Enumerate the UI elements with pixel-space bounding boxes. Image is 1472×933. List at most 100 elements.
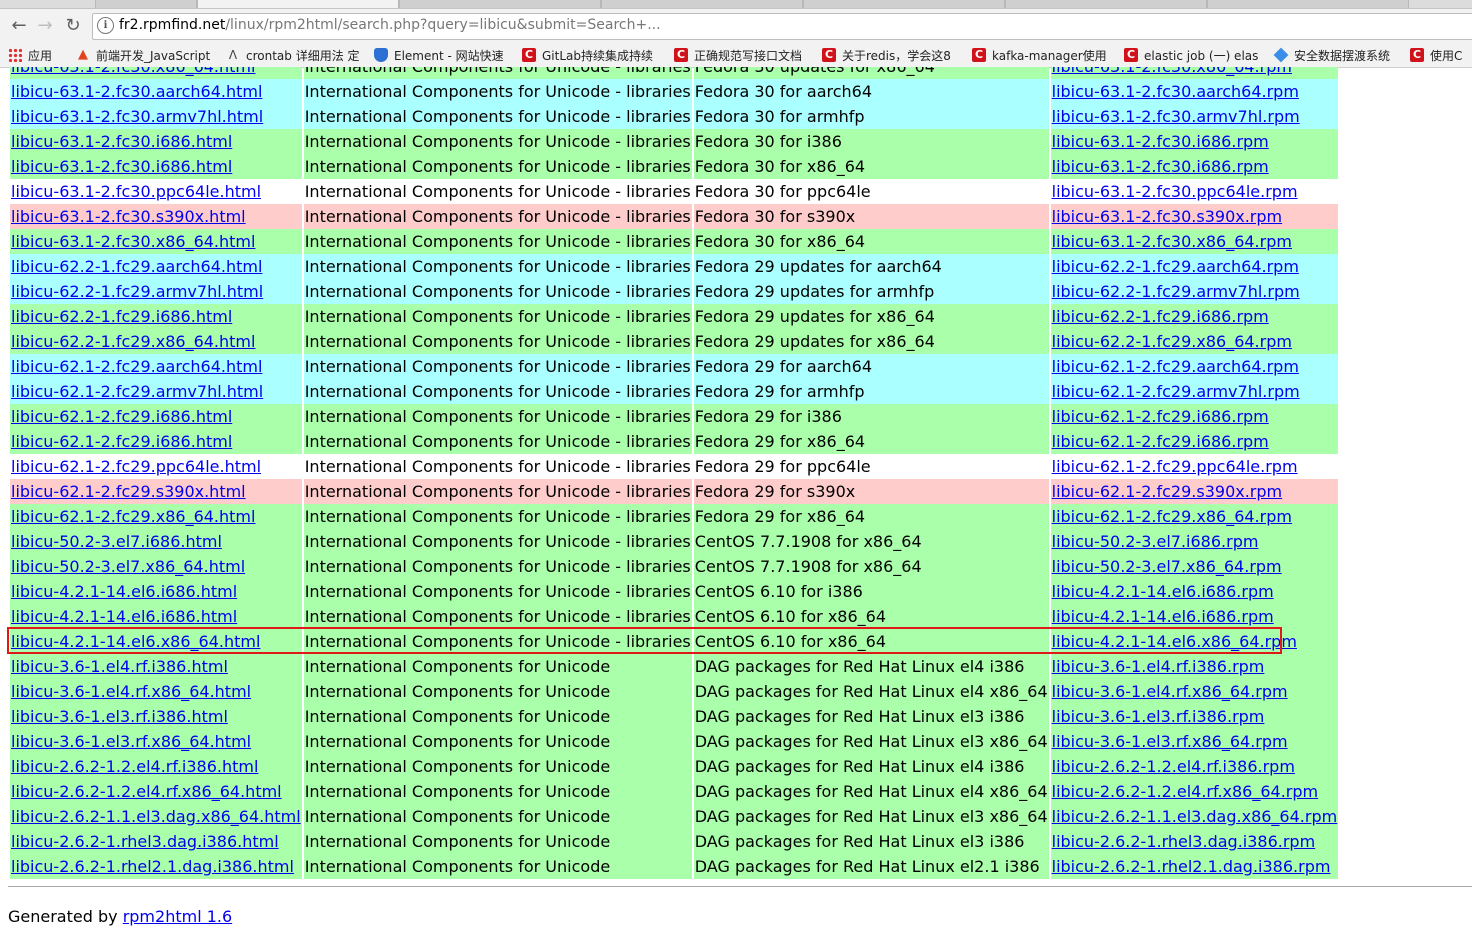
- package-html-link[interactable]: libicu-62.1-2.fc29.ppc64le.html: [11, 457, 261, 476]
- package-html-link[interactable]: libicu-4.2.1-14.el6.i686.html: [11, 582, 237, 601]
- package-rpm-cell[interactable]: libicu-62.2-1.fc29.aarch64.rpm: [1050, 254, 1339, 279]
- bookmark-item[interactable]: Λcrontab 详细用法 定: [226, 43, 366, 67]
- package-rpm-link[interactable]: libicu-62.2-1.fc29.i686.rpm: [1052, 307, 1269, 326]
- package-html-link[interactable]: libicu-2.6.2-1.2.el4.rf.i386.html: [11, 757, 258, 776]
- package-html-link[interactable]: libicu-62.1-2.fc29.armv7hl.html: [11, 382, 263, 401]
- package-html-cell[interactable]: libicu-62.1-2.fc29.i686.html: [10, 404, 302, 429]
- package-html-cell[interactable]: libicu-62.2-1.fc29.x86_64.html: [10, 329, 302, 354]
- package-html-link[interactable]: libicu-50.2-3.el7.i686.html: [11, 532, 222, 551]
- package-html-link[interactable]: libicu-3.6-1.el4.rf.i386.html: [11, 657, 228, 676]
- package-html-cell[interactable]: libicu-62.1-2.fc29.armv7hl.html: [10, 379, 302, 404]
- package-rpm-link[interactable]: libicu-62.1-2.fc29.x86_64.rpm: [1052, 507, 1292, 526]
- package-html-link[interactable]: libicu-2.6.2-1.rhel3.dag.i386.html: [11, 832, 279, 851]
- package-rpm-link[interactable]: libicu-2.6.2-1.1.el3.dag.x86_64.rpm: [1052, 807, 1338, 826]
- package-rpm-cell[interactable]: libicu-3.6-1.el4.rf.i386.rpm: [1050, 654, 1339, 679]
- package-rpm-cell[interactable]: libicu-63.1-2.fc30.s390x.rpm: [1050, 204, 1339, 229]
- bookmark-item[interactable]: Ckafka-manager使用: [972, 43, 1116, 67]
- package-html-link[interactable]: libicu-62.1-2.fc29.i686.html: [11, 407, 232, 426]
- package-html-link[interactable]: libicu-63.1-2.fc30.x86_64.html: [11, 67, 255, 76]
- package-rpm-link[interactable]: libicu-2.6.2-1.2.el4.rf.x86_64.rpm: [1052, 782, 1319, 801]
- tab-other[interactable]: [601, 0, 803, 8]
- package-rpm-link[interactable]: libicu-63.1-2.fc30.s390x.rpm: [1052, 207, 1283, 226]
- package-html-cell[interactable]: libicu-62.1-2.fc29.x86_64.html: [10, 504, 302, 529]
- package-html-link[interactable]: libicu-62.1-2.fc29.s390x.html: [11, 482, 246, 501]
- package-html-cell[interactable]: libicu-62.1-2.fc29.s390x.html: [10, 479, 302, 504]
- package-html-cell[interactable]: libicu-3.6-1.el3.rf.i386.html: [10, 704, 302, 729]
- package-html-cell[interactable]: libicu-50.2-3.el7.i686.html: [10, 529, 302, 554]
- package-rpm-cell[interactable]: libicu-63.1-2.fc30.ppc64le.rpm: [1050, 179, 1339, 204]
- package-html-link[interactable]: libicu-62.1-2.fc29.x86_64.html: [11, 507, 255, 526]
- package-html-cell[interactable]: libicu-3.6-1.el4.rf.i386.html: [10, 654, 302, 679]
- package-rpm-link[interactable]: libicu-63.1-2.fc30.aarch64.rpm: [1052, 82, 1299, 101]
- package-rpm-cell[interactable]: libicu-62.2-1.fc29.armv7hl.rpm: [1050, 279, 1339, 304]
- package-html-link[interactable]: libicu-2.6.2-1.rhel2.1.dag.i386.html: [11, 857, 294, 876]
- tab-left[interactable]: [95, 0, 197, 8]
- package-html-link[interactable]: libicu-62.2-1.fc29.i686.html: [11, 307, 232, 326]
- package-html-cell[interactable]: libicu-63.1-2.fc30.i686.html: [10, 129, 302, 154]
- bookmark-item[interactable]: C 使用C: [1410, 43, 1472, 67]
- package-html-link[interactable]: libicu-62.2-1.fc29.aarch64.html: [11, 257, 262, 276]
- package-html-link[interactable]: libicu-50.2-3.el7.x86_64.html: [11, 557, 245, 576]
- rpm2html-link[interactable]: rpm2html 1.6: [123, 907, 232, 926]
- package-rpm-link[interactable]: libicu-4.2.1-14.el6.i686.rpm: [1052, 582, 1274, 601]
- package-rpm-cell[interactable]: libicu-50.2-3.el7.x86_64.rpm: [1050, 554, 1339, 579]
- tab-other[interactable]: [803, 0, 1005, 8]
- package-rpm-cell[interactable]: libicu-2.6.2-1.1.el3.dag.x86_64.rpm: [1050, 804, 1339, 829]
- package-html-cell[interactable]: libicu-63.1-2.fc30.x86_64.html: [10, 229, 302, 254]
- package-rpm-cell[interactable]: libicu-62.1-2.fc29.aarch64.rpm: [1050, 354, 1339, 379]
- package-rpm-cell[interactable]: libicu-62.1-2.fc29.i686.rpm: [1050, 404, 1339, 429]
- package-rpm-cell[interactable]: libicu-63.1-2.fc30.aarch64.rpm: [1050, 79, 1339, 104]
- package-rpm-link[interactable]: libicu-63.1-2.fc30.armv7hl.rpm: [1052, 107, 1300, 126]
- bookmark-item[interactable]: C 正确规范写接口文档: [674, 43, 814, 67]
- package-rpm-cell[interactable]: libicu-62.2-1.fc29.x86_64.rpm: [1050, 329, 1339, 354]
- package-rpm-link[interactable]: libicu-62.2-1.fc29.armv7hl.rpm: [1052, 282, 1300, 301]
- package-rpm-link[interactable]: libicu-63.1-2.fc30.x86_64.rpm: [1052, 232, 1292, 251]
- package-html-cell[interactable]: libicu-63.1-2.fc30.ppc64le.html: [10, 179, 302, 204]
- package-rpm-cell[interactable]: libicu-4.2.1-14.el6.x86_64.rpm: [1050, 629, 1339, 654]
- package-html-link[interactable]: libicu-62.1-2.fc29.i686.html: [11, 432, 232, 451]
- tab-other[interactable]: [1207, 0, 1409, 8]
- package-html-cell[interactable]: libicu-2.6.2-1.2.el4.rf.x86_64.html: [10, 779, 302, 804]
- package-html-link[interactable]: libicu-63.1-2.fc30.i686.html: [11, 132, 232, 151]
- package-html-cell[interactable]: libicu-62.1-2.fc29.aarch64.html: [10, 354, 302, 379]
- tab-other[interactable]: [399, 0, 601, 8]
- package-html-link[interactable]: libicu-62.2-1.fc29.x86_64.html: [11, 332, 255, 351]
- package-html-cell[interactable]: libicu-63.1-2.fc30.i686.html: [10, 154, 302, 179]
- package-html-cell[interactable]: libicu-2.6.2-1.rhel2.1.dag.i386.html: [10, 854, 302, 879]
- package-html-cell[interactable]: libicu-4.2.1-14.el6.i686.html: [10, 579, 302, 604]
- package-rpm-link[interactable]: libicu-50.2-3.el7.x86_64.rpm: [1052, 557, 1282, 576]
- bookmark-item[interactable]: Element - 网站快速: [374, 43, 514, 67]
- package-html-cell[interactable]: libicu-62.1-2.fc29.i686.html: [10, 429, 302, 454]
- package-rpm-cell[interactable]: libicu-2.6.2-1.rhel3.dag.i386.rpm: [1050, 829, 1339, 854]
- package-rpm-link[interactable]: libicu-3.6-1.el3.rf.x86_64.rpm: [1052, 732, 1288, 751]
- package-html-cell[interactable]: libicu-4.2.1-14.el6.x86_64.html: [10, 629, 302, 654]
- package-html-cell[interactable]: libicu-2.6.2-1.2.el4.rf.i386.html: [10, 754, 302, 779]
- package-rpm-cell[interactable]: libicu-62.2-1.fc29.i686.rpm: [1050, 304, 1339, 329]
- forward-arrow-icon[interactable]: →: [34, 15, 56, 37]
- package-html-link[interactable]: libicu-63.1-2.fc30.armv7hl.html: [11, 107, 263, 126]
- package-rpm-cell[interactable]: libicu-63.1-2.fc30.i686.rpm: [1050, 129, 1339, 154]
- package-html-link[interactable]: libicu-4.2.1-14.el6.i686.html: [11, 607, 237, 626]
- package-html-link[interactable]: libicu-63.1-2.fc30.i686.html: [11, 157, 232, 176]
- package-rpm-link[interactable]: libicu-3.6-1.el4.rf.i386.rpm: [1052, 657, 1265, 676]
- package-rpm-cell[interactable]: libicu-50.2-3.el7.i686.rpm: [1050, 529, 1339, 554]
- back-arrow-icon[interactable]: ←: [8, 15, 30, 37]
- package-html-cell[interactable]: libicu-2.6.2-1.1.el3.dag.x86_64.html: [10, 804, 302, 829]
- tab-other[interactable]: [1005, 0, 1207, 8]
- package-rpm-link[interactable]: libicu-63.1-2.fc30.i686.rpm: [1052, 157, 1269, 176]
- package-html-link[interactable]: libicu-4.2.1-14.el6.x86_64.html: [11, 632, 260, 651]
- package-rpm-link[interactable]: libicu-2.6.2-1.rhel3.dag.i386.rpm: [1052, 832, 1316, 851]
- package-html-cell[interactable]: libicu-62.2-1.fc29.i686.html: [10, 304, 302, 329]
- bookmark-item[interactable]: C GitLab持续集成持续: [522, 43, 664, 67]
- package-rpm-link[interactable]: libicu-62.1-2.fc29.ppc64le.rpm: [1052, 457, 1298, 476]
- package-rpm-link[interactable]: libicu-62.2-1.fc29.x86_64.rpm: [1052, 332, 1292, 351]
- package-rpm-cell[interactable]: libicu-63.1-2.fc30.i686.rpm: [1050, 154, 1339, 179]
- package-html-cell[interactable]: libicu-62.2-1.fc29.armv7hl.html: [10, 279, 302, 304]
- package-rpm-cell[interactable]: libicu-2.6.2-1.rhel2.1.dag.i386.rpm: [1050, 854, 1339, 879]
- package-html-cell[interactable]: libicu-63.1-2.fc30.armv7hl.html: [10, 104, 302, 129]
- package-html-cell[interactable]: libicu-3.6-1.el3.rf.x86_64.html: [10, 729, 302, 754]
- package-rpm-link[interactable]: libicu-62.1-2.fc29.i686.rpm: [1052, 432, 1269, 451]
- package-rpm-cell[interactable]: libicu-2.6.2-1.2.el4.rf.x86_64.rpm: [1050, 779, 1339, 804]
- package-rpm-cell[interactable]: libicu-4.2.1-14.el6.i686.rpm: [1050, 604, 1339, 629]
- bookmark-item[interactable]: ▲ 前端开发_JavaScript: [76, 43, 216, 67]
